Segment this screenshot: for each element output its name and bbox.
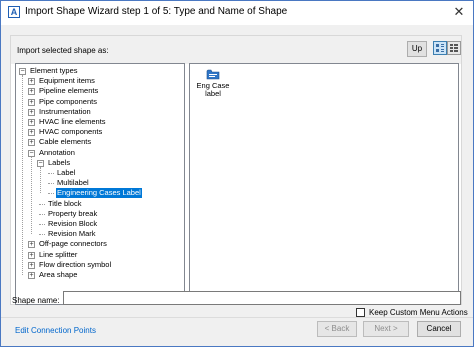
tree-item-label: Title block [48,198,82,208]
tree-connector [39,213,45,215]
tree-connector [22,75,23,275]
import-panel: Import selected shape as: Up − Element t… [10,35,462,305]
tree-item-label: Pipe components [39,96,97,106]
tree-connector [39,224,45,225]
tree-item-label: Flow direction symbol [39,259,112,269]
collapse-icon[interactable]: − [37,159,44,167]
folder-label-icon [206,69,220,80]
tree-item-label: Pipeline elements [39,86,99,96]
tree-connector [39,203,45,205]
tree-item-label: Off-page connectors [39,239,107,249]
tree-item-label: Label [57,168,76,177]
keep-custom-menu-checkbox[interactable] [356,308,365,317]
tree-connector [48,183,54,185]
collapse-icon[interactable]: − [19,68,26,75]
close-button[interactable]: ✕ [451,4,467,20]
tree-item-label: Revision Block [48,219,98,228]
tree-item-label: Annotation [39,147,75,157]
large-icons-icon [436,44,444,52]
keep-custom-menu-label[interactable]: Keep Custom Menu Actions [369,308,468,317]
shape-name-label: Shape name: [12,296,60,305]
tree-connector [39,234,45,236]
expand-icon[interactable]: + [28,88,35,96]
app-icon: A [8,6,20,18]
tree-item-label: Equipment items [39,76,95,86]
tree-item-label: Element types [30,66,78,75]
dialog-body: Import selected shape as: Up − Element t… [1,25,473,346]
tree-item-label: Revision Mark [48,229,96,239]
tree-connector [48,173,54,174]
tree-connector [31,156,32,235]
tree-item-label: Labels [48,157,71,167]
expand-icon[interactable]: + [28,129,35,137]
shape-item[interactable]: Eng Case label [196,68,230,98]
shape-name-input[interactable] [63,291,461,305]
tree-item-label: Property break [48,208,98,218]
tree-item-label: HVAC line elements [39,117,106,126]
expand-icon[interactable]: + [28,78,35,86]
tree-item-label: Area shape [39,270,78,279]
tree-connector [48,193,54,195]
wizard-window: A Import Shape Wizard step 1 of 5: Type … [0,0,474,347]
tree-item-label: Cable elements [39,137,92,147]
shape-icon-view[interactable]: Eng Case label [189,63,459,305]
up-button[interactable]: Up [407,41,427,57]
import-label: Import selected shape as: [17,46,109,55]
cancel-button[interactable]: Cancel [417,321,461,337]
tree-item-label: Engineering Cases Label [56,188,142,199]
tree-item-label: Multilabel [57,178,89,188]
expand-icon[interactable]: + [28,98,35,106]
element-type-tree[interactable]: − Element types + Equipment items + Pipeline … [15,63,185,305]
window-title: Import Shape Wizard step 1 of 5: Type an… [25,6,288,17]
expand-icon[interactable]: + [28,261,35,269]
tree-item-label: Instrumentation [39,106,91,116]
tree-connector [40,166,41,194]
expand-icon[interactable]: + [28,272,35,279]
shape-item-label: Eng Case label [196,81,230,98]
next-button[interactable]: Next > [363,321,409,337]
title-bar[interactable]: A Import Shape Wizard step 1 of 5: Type … [1,1,473,25]
tree-item-label: Line splitter [39,249,78,259]
large-icons-view-button[interactable] [433,41,447,55]
list-view-icon [450,44,458,52]
tree-item-label: HVAC components [39,127,103,137]
footer-divider [1,317,473,318]
collapse-icon[interactable]: − [28,149,35,157]
expand-icon[interactable]: + [28,119,35,126]
edit-connection-points-link[interactable]: Edit Connection Points [15,326,96,335]
list-view-button[interactable] [447,41,461,55]
panel-header: Import selected shape as: Up [11,36,461,64]
expand-icon[interactable]: + [28,139,35,147]
expand-icon[interactable]: + [28,241,35,249]
expand-icon[interactable]: + [28,108,35,116]
expand-icon[interactable]: + [28,251,35,259]
back-button[interactable]: < Back [317,321,357,337]
